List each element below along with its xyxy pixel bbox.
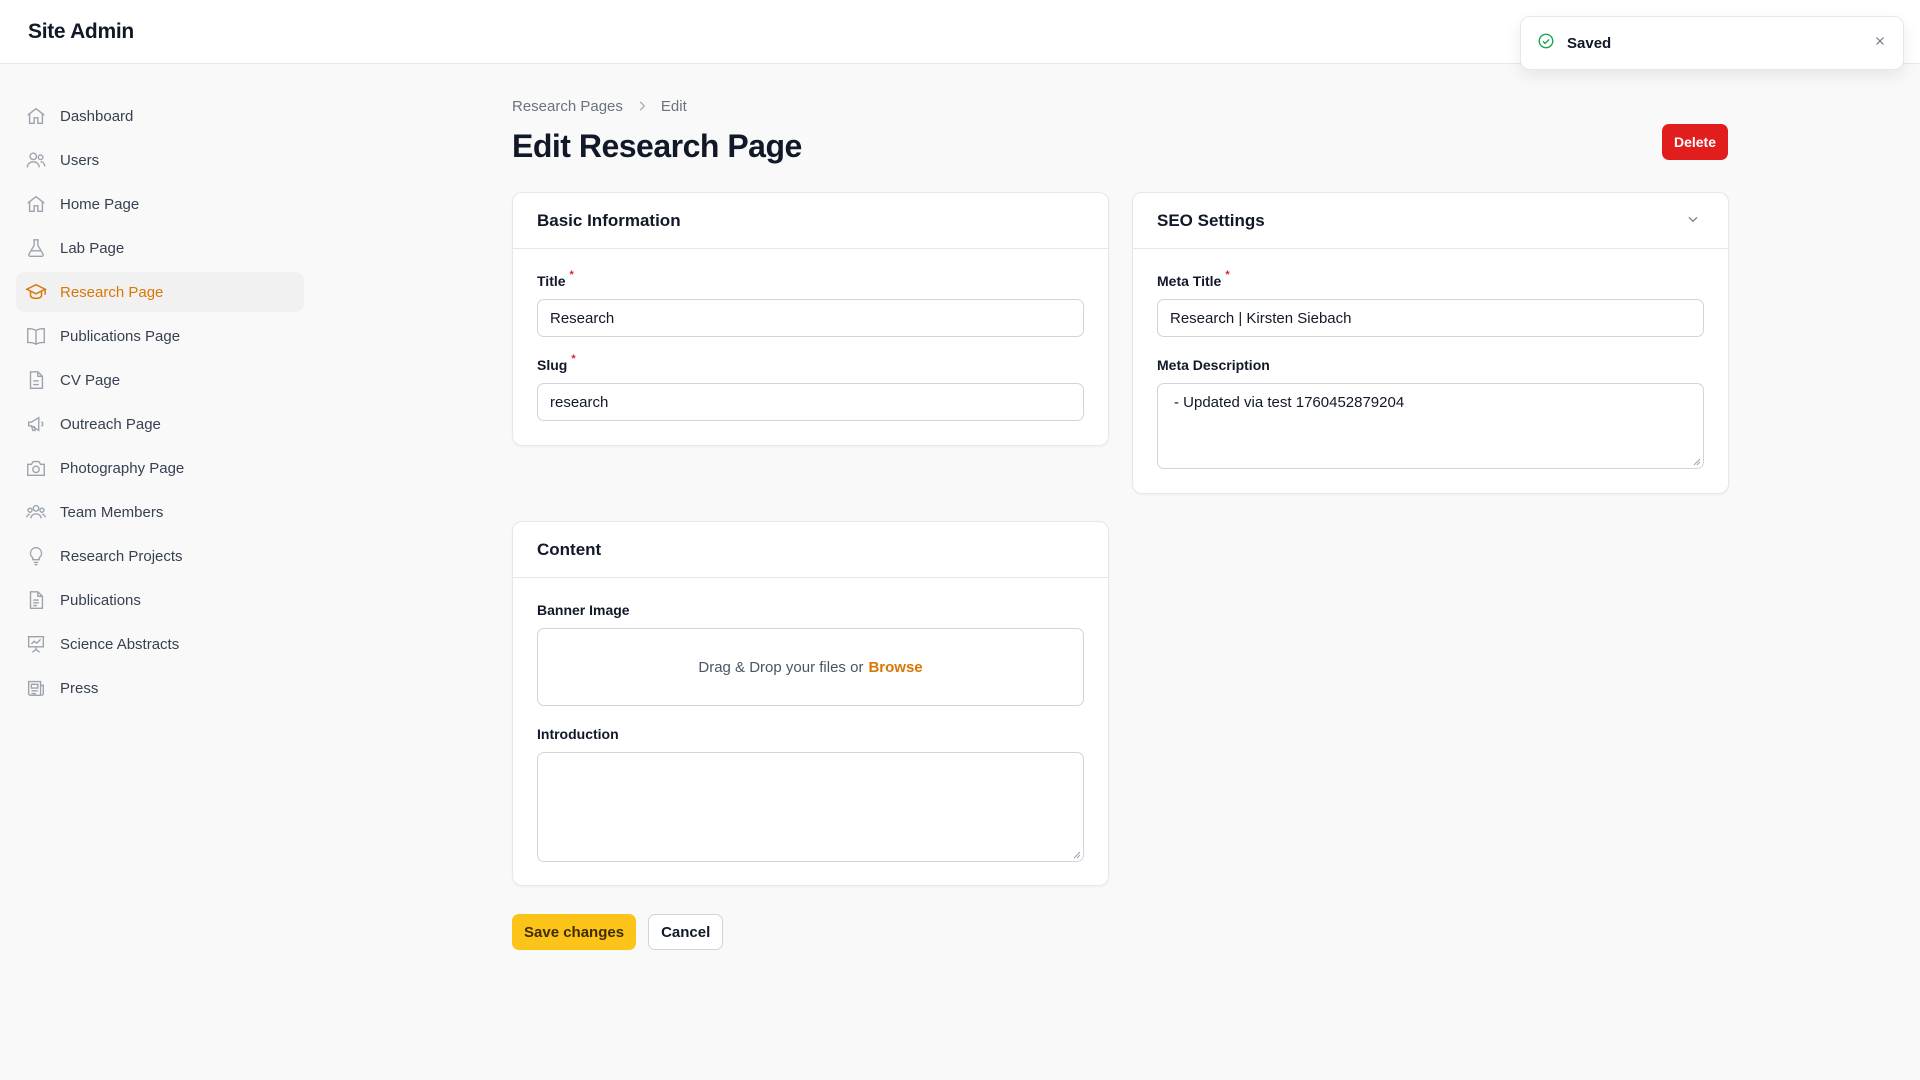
sidebar-item-label: Research Projects [60, 547, 183, 565]
card-heading: Basic Information [513, 193, 1108, 249]
introduction-label: Introduction [537, 726, 619, 742]
sidebar-item-publications-page[interactable]: Publications Page [16, 316, 304, 356]
breadcrumb: Research Pages Edit [512, 96, 1728, 116]
sidebar-item-users[interactable]: Users [16, 140, 304, 180]
card-heading: Content [513, 522, 1108, 578]
document-icon [25, 369, 47, 391]
browse-link[interactable]: Browse [868, 659, 922, 676]
users-icon [25, 149, 47, 171]
sidebar-item-label: Photography Page [60, 459, 185, 477]
title-label-row: Title * [537, 269, 1084, 289]
seo-settings-card: SEO Settings Meta Title * Research | Kir… [1132, 192, 1729, 494]
sidebar-item-label: Users [60, 151, 100, 169]
sidebar-item-press[interactable]: Press [16, 668, 304, 708]
sidebar-item-cv-page[interactable]: CV Page [16, 360, 304, 400]
academic-cap-icon [25, 281, 47, 303]
sidebar-item-publications[interactable]: Publications [16, 580, 304, 620]
saved-toast: Saved [1520, 16, 1904, 70]
slug-input[interactable]: research [537, 383, 1084, 421]
sidebar-item-photography-page[interactable]: Photography Page [16, 448, 304, 488]
cancel-button[interactable]: Cancel [648, 914, 724, 950]
introduction-textarea[interactable] [537, 752, 1084, 862]
title-input[interactable]: Research [537, 299, 1084, 337]
breadcrumb-link-research-pages[interactable]: Research Pages [512, 98, 623, 115]
seo-card-header[interactable]: SEO Settings [1133, 193, 1728, 249]
page-title: Edit Research Page [512, 128, 802, 164]
main-content: Research Pages Edit Edit Research Page D… [512, 96, 1729, 950]
resize-handle-icon[interactable] [1693, 458, 1701, 466]
home-icon [25, 193, 47, 215]
sidebar-item-label: Press [60, 679, 99, 697]
banner-image-label: Banner Image [537, 602, 630, 618]
check-circle-icon [1537, 32, 1555, 55]
sidebar-item-outreach-page[interactable]: Outreach Page [16, 404, 304, 444]
delete-button[interactable]: Delete [1661, 124, 1728, 160]
meta-title-label-row: Meta Title * [1157, 269, 1704, 289]
presentation-chart-icon [25, 633, 47, 655]
chevron-down-icon[interactable] [1686, 211, 1700, 231]
meta-description-label: Meta Description [1157, 357, 1270, 373]
save-changes-button[interactable]: Save changes [512, 914, 637, 950]
required-marker: * [569, 269, 574, 281]
breadcrumb-current: Edit [660, 97, 687, 115]
sidebar-item-research-projects[interactable]: Research Projects [16, 536, 304, 576]
app-title[interactable]: Site Admin [28, 20, 134, 44]
chevron-right-icon [635, 99, 649, 113]
meta-description-value: - Updated via test 1760452879204 [1174, 394, 1405, 411]
book-open-icon [25, 325, 47, 347]
sidebar-item-label: Team Members [60, 503, 164, 521]
sidebar-item-label: Outreach Page [60, 415, 161, 433]
light-bulb-icon [25, 545, 47, 567]
sidebar-item-lab-page[interactable]: Lab Page [16, 228, 304, 268]
required-marker: * [571, 353, 576, 365]
sidebar-item-home-page[interactable]: Home Page [16, 184, 304, 224]
dropzone-text: Drag & Drop your files or [698, 658, 864, 676]
megaphone-icon [25, 413, 47, 435]
newspaper-icon [25, 677, 47, 699]
sidebar-item-label: Home Page [60, 195, 140, 213]
form-actions: Save changes Cancel [512, 914, 724, 950]
required-marker: * [1225, 269, 1230, 281]
sidebar-item-science-abstracts[interactable]: Science Abstracts [16, 624, 304, 664]
document-text-icon [25, 589, 47, 611]
sidebar-item-label: Science Abstracts [60, 635, 180, 653]
toast-message: Saved [1567, 34, 1612, 52]
meta-title-label: Meta Title [1157, 273, 1222, 289]
user-group-icon [25, 501, 47, 523]
banner-image-dropzone[interactable]: Drag & Drop your files or Browse [537, 628, 1084, 706]
sidebar-item-label: Publications Page [60, 327, 181, 345]
beaker-icon [25, 237, 47, 259]
close-icon[interactable] [1873, 34, 1887, 53]
sidebar-item-label: CV Page [60, 371, 121, 389]
slug-label-row: Slug * [537, 353, 1084, 373]
sidebar-item-label: Research Page [60, 283, 164, 301]
camera-icon [25, 457, 47, 479]
meta-title-input[interactable]: Research | Kirsten Siebach [1157, 299, 1704, 337]
sidebar-item-research-page[interactable]: Research Page [16, 272, 304, 312]
title-label: Title [537, 273, 566, 289]
sidebar-item-label: Publications [60, 591, 141, 609]
basic-information-card: Basic Information Title * Research Slug … [512, 192, 1109, 446]
sidebar-item-dashboard[interactable]: Dashboard [16, 96, 304, 136]
home-icon [25, 105, 47, 127]
slug-label: Slug [537, 357, 568, 373]
sidebar-item-label: Lab Page [60, 239, 125, 257]
card-heading: SEO Settings [1157, 210, 1265, 230]
content-card: Content Banner Image Drag & Drop your fi… [512, 521, 1109, 886]
sidebar-item-label: Dashboard [60, 107, 134, 125]
resize-handle-icon[interactable] [1073, 851, 1081, 859]
sidebar: Dashboard Users Home Page Lab Page Resea… [16, 96, 304, 712]
sidebar-item-team-members[interactable]: Team Members [16, 492, 304, 532]
meta-description-textarea[interactable]: - Updated via test 1760452879204 [1157, 383, 1704, 469]
